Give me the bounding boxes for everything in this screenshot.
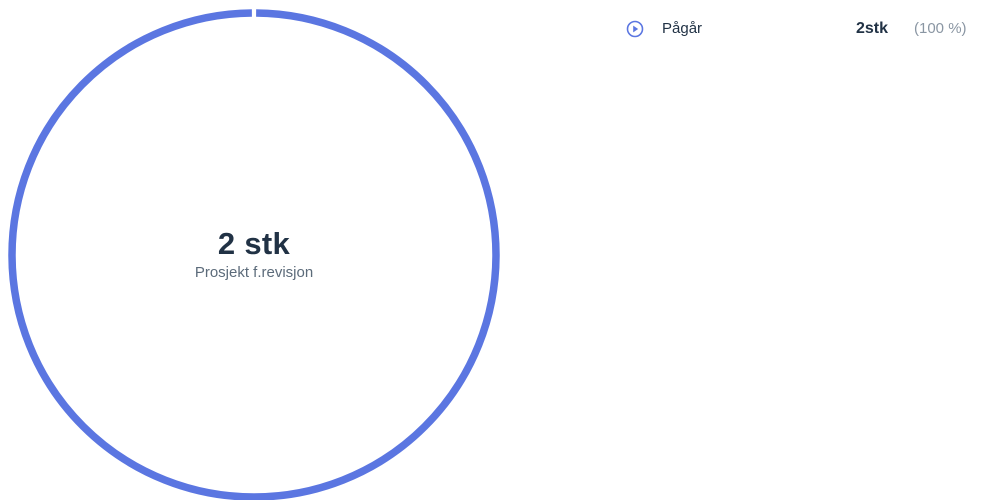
legend-label: Pågår xyxy=(662,20,703,37)
donut-total: 2 stk xyxy=(217,226,291,261)
legend-percent: (100 %) xyxy=(914,20,967,37)
legend-value: 2stk xyxy=(856,20,889,37)
donut-subtitle: Prosjekt f.revisjon xyxy=(194,264,314,281)
chart-widget: 2 stk Prosjekt f.revisjon Pågår 2stk (10… xyxy=(0,0,988,500)
legend: Pågår 2stk (100 %) xyxy=(624,17,984,41)
play-circle-icon xyxy=(626,20,644,38)
legend-item-pagar[interactable]: Pågår 2stk (100 %) xyxy=(624,17,984,41)
donut-chart: 2 stk Prosjekt f.revisjon xyxy=(0,0,510,500)
donut-center: 2 stk Prosjekt f.revisjon xyxy=(0,226,508,283)
